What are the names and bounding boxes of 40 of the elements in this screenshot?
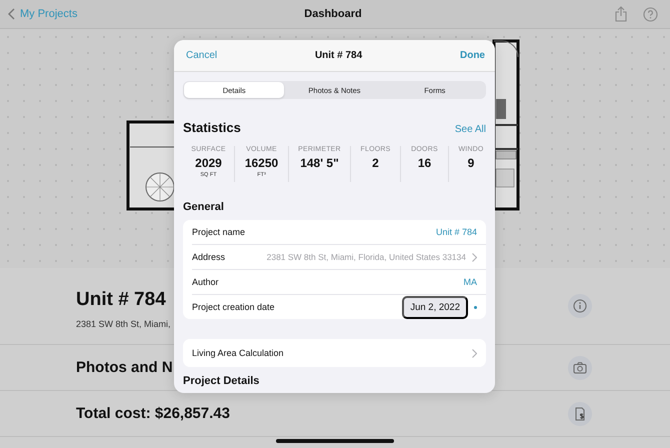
stat-value: 148' 5" xyxy=(300,156,339,170)
status-dot xyxy=(474,306,477,308)
section-title: Total cost: $26,857.43 xyxy=(76,405,230,422)
document-dollar-icon xyxy=(573,406,587,420)
nav-title: Dashboard xyxy=(304,8,362,20)
help-icon[interactable] xyxy=(643,6,658,22)
stat-value: 16 xyxy=(418,156,432,170)
back-button[interactable]: My Projects xyxy=(8,8,78,20)
field-label: Project creation date xyxy=(192,302,275,312)
chevron-right-icon xyxy=(472,252,477,262)
chevron-left-icon xyxy=(8,8,15,20)
field-value[interactable]: Unit # 784 xyxy=(436,227,477,237)
camera-icon xyxy=(573,360,587,374)
general-heading: General xyxy=(182,201,225,213)
field-label: Address xyxy=(192,252,226,262)
living-area-row[interactable]: Living Area Calculation xyxy=(183,339,486,367)
cancel-button[interactable]: Cancel xyxy=(186,50,218,61)
stat-value: 2029 xyxy=(195,156,222,170)
stat-value: 2 xyxy=(372,156,379,170)
photos-button[interactable] xyxy=(568,356,592,380)
field-label: Project name xyxy=(192,227,246,237)
stat-value: 9 xyxy=(468,156,474,170)
statistics-heading: Statistics xyxy=(183,120,241,135)
chevron-right-icon xyxy=(472,348,477,358)
done-button[interactable]: Done xyxy=(460,50,485,61)
field-value[interactable]: 2381 SW 8th St, Miami, Florida, United States 33134 xyxy=(266,252,466,262)
see-all-link[interactable]: See All xyxy=(454,124,486,135)
section-title: Photos and N xyxy=(76,359,173,376)
address-text: 2381 SW 8th St, Miami, xyxy=(76,319,171,329)
stat-value: 16250 xyxy=(244,156,278,170)
share-icon[interactable] xyxy=(615,6,627,22)
info-button[interactable] xyxy=(568,294,592,318)
cost-button[interactable] xyxy=(568,402,592,426)
date-picker[interactable]: Jun 2, 2022 xyxy=(402,296,468,318)
sheet-title: Unit # 784 xyxy=(314,50,362,61)
field-value[interactable]: MA xyxy=(464,277,477,287)
field-label: Author xyxy=(192,277,219,287)
unit-title: Unit # 784 xyxy=(76,289,166,311)
project-details-heading: Project Details xyxy=(182,375,260,387)
info-icon xyxy=(573,299,587,313)
